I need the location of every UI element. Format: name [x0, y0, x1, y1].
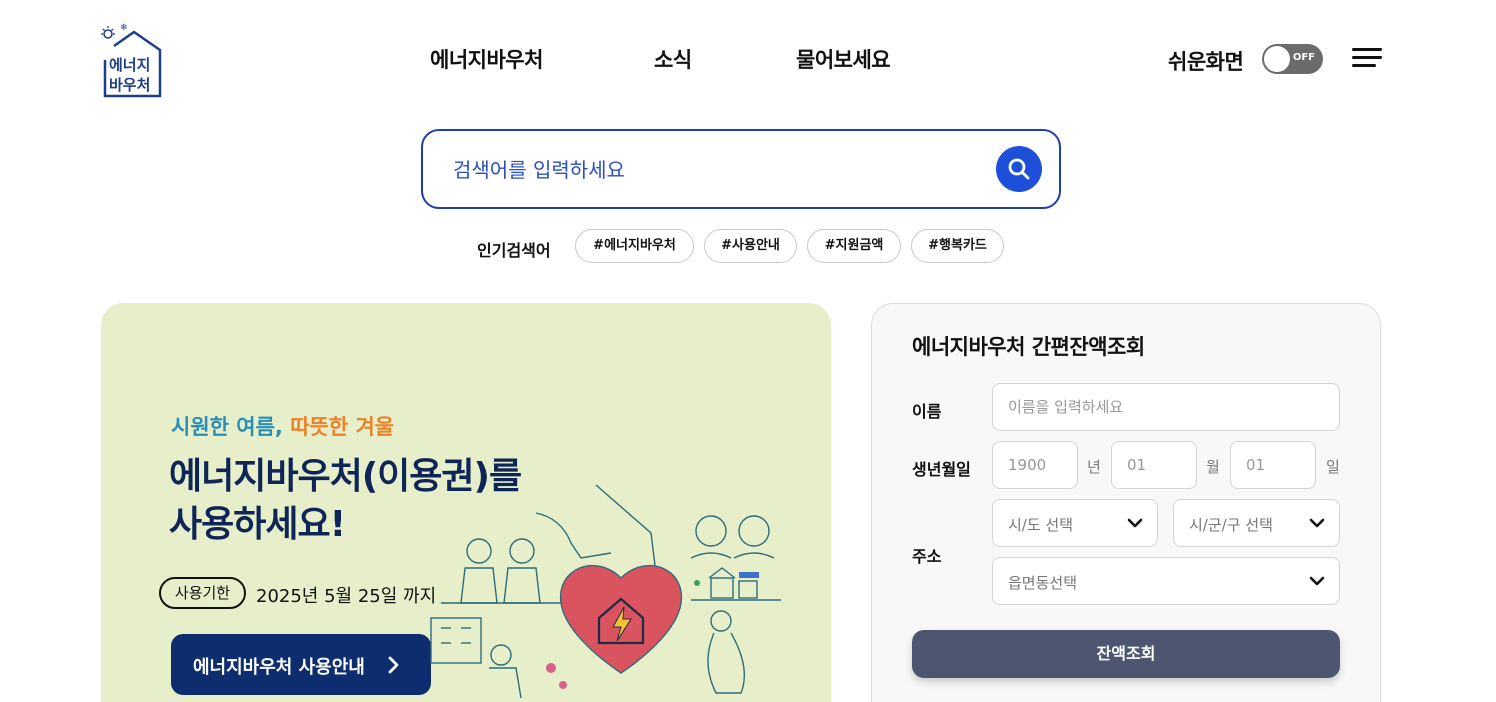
day-unit: 일 — [1326, 458, 1340, 476]
search-box — [421, 129, 1061, 209]
banner-subtitle-winter: 따뜻한 겨울 — [290, 415, 395, 439]
popular-tag[interactable]: #에너지바우처 — [575, 229, 694, 263]
month-unit: 월 — [1206, 458, 1220, 476]
chevron-down-icon — [1309, 576, 1325, 586]
balance-lookup-card: 에너지바우처 간편잔액조회 이름 생년월일 년 월 일 주소 시/도 선택 시/… — [871, 303, 1381, 702]
search-input[interactable] — [453, 153, 973, 187]
birth-day-input[interactable] — [1230, 441, 1316, 489]
year-unit: 년 — [1087, 458, 1101, 476]
search-button[interactable] — [996, 146, 1042, 192]
sigungu-select[interactable]: 시/군/구 선택 — [1173, 499, 1340, 547]
birthdate-label: 생년월일 — [912, 460, 971, 479]
banner-illustration — [430, 484, 781, 699]
birth-month-input[interactable] — [1111, 441, 1197, 489]
banner-subtitle: 시원한 여름, 따뜻한 겨울 — [171, 411, 394, 441]
nav-item-news[interactable]: 소식 — [654, 44, 692, 74]
address-label: 주소 — [912, 547, 942, 566]
popular-keywords: 인기검색어 #에너지바우처 #사용안내 #지원금액 #행복카드 — [0, 229, 1496, 265]
nav-item-ask[interactable]: 물어보세요 — [796, 44, 891, 74]
birth-year-input[interactable] — [992, 441, 1078, 489]
usage-period-text: 2025년 5월 25일 까지 — [256, 586, 437, 607]
sido-select-value: 시/도 선택 — [1008, 516, 1074, 534]
chevron-right-icon — [388, 656, 399, 674]
popular-tag[interactable]: #행복카드 — [911, 229, 1004, 263]
popular-tag[interactable]: #지원금액 — [807, 229, 901, 263]
promo-banner: 시원한 여름, 따뜻한 겨울 에너지바우처(이용권)를 사용하세요! 사용기한 … — [101, 303, 831, 702]
svg-text:❄: ❄ — [120, 23, 128, 33]
search-icon — [1008, 158, 1030, 180]
name-label: 이름 — [912, 402, 942, 421]
toggle-state-text: OFF — [1292, 52, 1315, 63]
balance-lookup-title: 에너지바우처 간편잔액조회 — [912, 335, 1145, 359]
eupmyeondong-select[interactable]: 읍면동선택 — [992, 557, 1340, 605]
easy-view-toggle[interactable]: OFF — [1262, 44, 1323, 74]
toggle-knob — [1264, 46, 1290, 72]
usage-guide-label: 에너지바우처 사용안내 — [193, 657, 365, 678]
name-input[interactable] — [992, 383, 1340, 431]
chevron-down-icon — [1127, 518, 1143, 528]
popular-keywords-label: 인기검색어 — [477, 241, 551, 260]
hamburger-icon[interactable] — [1352, 48, 1382, 70]
easy-view-label: 쉬운화면 — [1168, 50, 1244, 74]
sido-select[interactable]: 시/도 선택 — [992, 499, 1158, 547]
banner-subtitle-summer: 시원한 여름, — [171, 415, 283, 439]
sigungu-select-value: 시/군/구 선택 — [1189, 516, 1273, 534]
logo-text-bottom: 바우처 — [109, 76, 150, 94]
popular-tag[interactable]: #사용안내 — [704, 229, 797, 263]
chevron-down-icon — [1309, 518, 1325, 528]
usage-guide-button[interactable]: 에너지바우처 사용안내 — [171, 634, 431, 695]
nav-item-energy-voucher[interactable]: 에너지바우처 — [430, 44, 543, 74]
eupmyeondong-select-value: 읍면동선택 — [1008, 574, 1078, 592]
balance-lookup-button[interactable]: 잔액조회 — [912, 630, 1340, 678]
usage-period-badge: 사용기한 — [159, 577, 246, 609]
